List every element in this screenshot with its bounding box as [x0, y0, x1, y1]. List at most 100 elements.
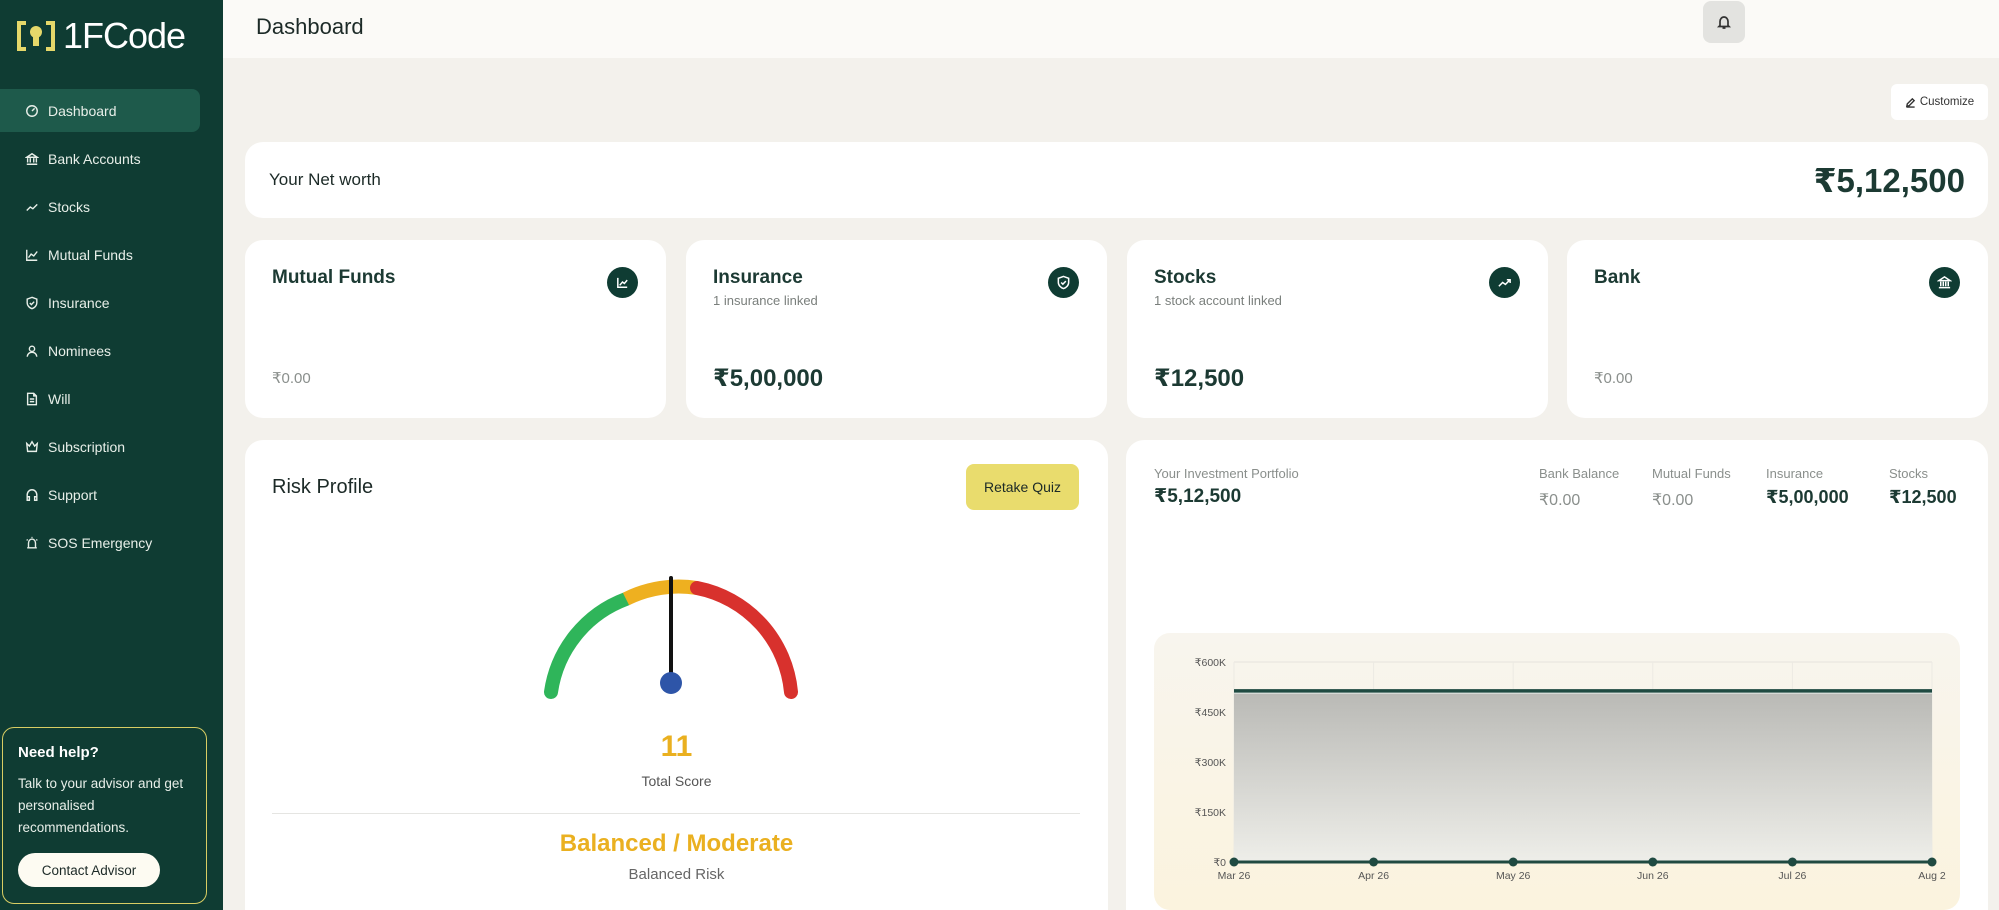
sidebar-item-nominees[interactable]: Nominees — [0, 329, 200, 372]
x-tick-label: Aug 2 — [1918, 870, 1946, 882]
card-title: Insurance — [713, 267, 803, 288]
shield-icon — [24, 295, 39, 310]
bank-card[interactable]: Bank ₹0.00 — [1567, 240, 1988, 418]
x-tick-label: Jun 26 — [1637, 870, 1669, 882]
shield-icon — [1048, 267, 1079, 298]
retake-quiz-button[interactable]: Retake Quiz — [966, 464, 1079, 510]
data-point — [1648, 857, 1658, 867]
risk-gauge — [544, 576, 798, 699]
sidebar-item-label: Subscription — [48, 438, 126, 455]
headphones-icon — [24, 487, 39, 502]
y-tick-label: ₹300K — [1195, 757, 1226, 769]
risk-profile-title: Risk Profile — [272, 476, 374, 498]
risk-score: 11 — [660, 730, 693, 763]
y-tick-label: ₹600K — [1195, 657, 1226, 669]
breakdown-label: Mutual Funds — [1652, 466, 1731, 481]
breakdown-label: Bank Balance — [1539, 466, 1620, 481]
sidebar-item-sos-emergency[interactable]: SOS Emergency — [0, 521, 200, 564]
card-subtitle: 1 stock account linked — [1154, 293, 1282, 308]
card-amount: ₹0.00 — [272, 370, 311, 387]
sidebar-item-label: Mutual Funds — [48, 246, 133, 263]
risk-profile-card: Risk Profile Retake Quiz 11 Total Score … — [245, 440, 1108, 910]
help-text: Talk to your advisor and get personalise… — [18, 776, 184, 835]
sidebar-item-label: Nominees — [48, 342, 112, 359]
net-worth-card: Your Net worth ₹5,12,500 — [245, 142, 1988, 218]
risk-category: Balanced / Moderate — [559, 830, 794, 857]
divider — [272, 813, 1080, 814]
risk-score-label: Total Score — [641, 773, 712, 789]
card-amount: ₹5,00,000 — [713, 365, 824, 392]
series-area — [1234, 691, 1932, 862]
alarm-icon — [24, 535, 39, 550]
risk-category-subtitle: Balanced Risk — [628, 866, 725, 883]
sidebar-item-dashboard[interactable]: Dashboard — [0, 89, 200, 132]
x-tick-label: Mar 26 — [1218, 870, 1251, 882]
notifications-button[interactable] — [1703, 1, 1745, 43]
sidebar: 1FCode Dashboard Bank Accounts Stocks Mu… — [0, 0, 223, 910]
contact-advisor-button[interactable]: Contact Advisor — [18, 853, 160, 887]
header: Dashboard — [223, 0, 1999, 58]
portfolio-value: ₹5,12,500 — [1154, 486, 1242, 507]
breakdown-value: ₹0.00 — [1539, 492, 1581, 509]
y-tick-label: ₹450K — [1195, 707, 1226, 719]
subscription-icon — [24, 439, 39, 454]
sidebar-item-insurance[interactable]: Insurance — [0, 281, 200, 324]
data-point — [1508, 857, 1518, 867]
customize-label: Customize — [1919, 96, 1975, 108]
logo-mark-icon — [17, 21, 55, 51]
y-tick-label: ₹150K — [1195, 807, 1226, 819]
bank-icon — [24, 151, 39, 166]
card-title: Bank — [1594, 267, 1641, 288]
sidebar-item-label: Will — [48, 390, 71, 407]
sidebar-item-subscription[interactable]: Subscription — [0, 425, 200, 468]
breakdown-value: ₹12,500 — [1889, 487, 1957, 507]
chart-icon — [607, 267, 638, 298]
sidebar-item-support[interactable]: Support — [0, 473, 200, 516]
customize-button[interactable]: Customize — [1891, 84, 1988, 120]
mutual-funds-card[interactable]: Mutual Funds ₹0.00 — [245, 240, 666, 418]
sidebar-nav: Dashboard Bank Accounts Stocks Mutual Fu… — [0, 89, 223, 569]
net-worth-label: Your Net worth — [269, 170, 381, 189]
mutual-funds-icon — [24, 247, 39, 262]
y-tick-label: ₹0 — [1213, 857, 1226, 869]
logo[interactable]: 1FCode — [17, 15, 186, 56]
sidebar-item-label: Bank Accounts — [48, 150, 141, 167]
sidebar-item-label: Support — [48, 486, 98, 503]
x-tick-label: May 26 — [1496, 870, 1531, 882]
sidebar-item-mutual-funds[interactable]: Mutual Funds — [0, 233, 200, 276]
page-title: Dashboard — [256, 14, 364, 39]
investment-portfolio-card: Your Investment Portfolio ₹5,12,500 Bank… — [1126, 440, 1988, 910]
x-tick-label: Apr 26 — [1358, 870, 1389, 882]
data-point — [1927, 857, 1937, 867]
help-title: Need help? — [18, 744, 99, 761]
sidebar-item-label: Insurance — [48, 294, 110, 311]
data-point — [1369, 857, 1379, 867]
breakdown-label: Stocks — [1889, 466, 1929, 481]
card-title: Mutual Funds — [272, 267, 396, 288]
data-point — [1229, 857, 1239, 867]
stocks-card[interactable]: Stocks 1 stock account linked ₹12,500 — [1127, 240, 1548, 418]
breakdown-label: Insurance — [1766, 466, 1824, 481]
sidebar-item-will[interactable]: Will — [0, 377, 200, 420]
portfolio-label: Your Investment Portfolio — [1154, 466, 1299, 481]
card-amount: ₹12,500 — [1154, 365, 1245, 392]
logo-text: 1FCode — [63, 15, 186, 56]
sidebar-item-label: Dashboard — [48, 102, 117, 119]
portfolio-area-chart: ₹0 ₹150K ₹300K ₹450K ₹600K Mar 26 Apr 26 May 26… — [1195, 657, 1946, 882]
net-worth-value: ₹5,12,500 — [1813, 162, 1965, 199]
sidebar-item-stocks[interactable]: Stocks — [0, 185, 200, 228]
insurance-card[interactable]: Insurance 1 insurance linked ₹5,00,000 — [686, 240, 1107, 418]
help-box: Need help? Talk to your advisor and get … — [2, 727, 207, 904]
bell-icon — [1716, 16, 1732, 29]
sidebar-item-bank-accounts[interactable]: Bank Accounts — [0, 137, 200, 180]
card-amount: ₹0.00 — [1594, 370, 1633, 387]
user-icon — [24, 343, 39, 358]
bank-icon — [1929, 267, 1960, 298]
card-subtitle: 1 insurance linked — [713, 293, 818, 308]
portfolio-chart: ₹0 ₹150K ₹300K ₹450K ₹600K Mar 26 Apr 26 May 26… — [1154, 633, 1960, 910]
document-icon — [24, 391, 39, 406]
data-point — [1787, 857, 1797, 867]
dashboard-icon — [24, 103, 39, 118]
sidebar-item-label: SOS Emergency — [48, 534, 153, 551]
pencil-icon — [1905, 97, 1915, 108]
